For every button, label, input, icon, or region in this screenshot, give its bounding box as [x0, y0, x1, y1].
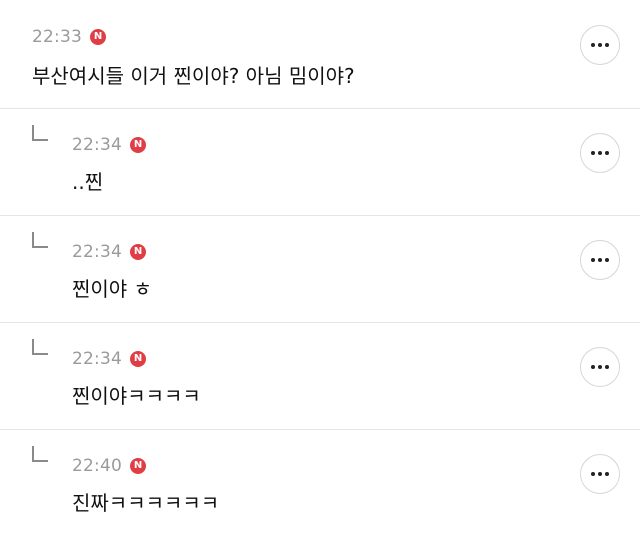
new-badge-icon: N — [130, 137, 146, 153]
more-horizontal-icon — [598, 472, 602, 476]
reply-text: 진짜ㅋㅋㅋㅋㅋㅋ — [72, 491, 220, 515]
more-horizontal-icon — [591, 151, 595, 155]
reply-text: 찐이야 ㅎ — [72, 277, 152, 301]
more-horizontal-icon — [598, 151, 602, 155]
reply-meta: 22:34 N — [72, 349, 146, 369]
reply-item: 22:34 N 찐이야ㅋㅋㅋㅋ — [0, 322, 640, 429]
more-horizontal-icon — [605, 365, 609, 369]
comment-text: 부산여시들 이거 찐이야? 아님 밈이야? — [32, 64, 355, 88]
more-horizontal-icon — [598, 365, 602, 369]
more-horizontal-icon — [591, 472, 595, 476]
reply-item: 22:40 N 진짜ㅋㅋㅋㅋㅋㅋ — [0, 429, 640, 537]
reply-timestamp: 22:34 — [72, 349, 122, 369]
reply-item: 22:34 N ..찐 — [0, 108, 640, 215]
more-horizontal-icon — [598, 258, 602, 262]
reply-timestamp: 22:34 — [72, 242, 122, 262]
more-horizontal-icon — [591, 43, 595, 47]
reply-text: 찐이야ㅋㅋㅋㅋ — [72, 384, 201, 408]
more-horizontal-icon — [605, 258, 609, 262]
new-badge-icon: N — [130, 244, 146, 260]
reply-meta: 22:34 N — [72, 135, 146, 155]
more-horizontal-icon — [591, 365, 595, 369]
reply-item: 22:34 N 찐이야 ㅎ — [0, 215, 640, 322]
reply-arrow-icon — [32, 446, 48, 462]
comment-thread: 22:33 N 부산여시들 이거 찐이야? 아님 밈이야? 22:34 N ..… — [0, 0, 640, 538]
reply-arrow-icon — [32, 125, 48, 141]
more-options-button[interactable] — [580, 347, 620, 387]
more-horizontal-icon — [605, 151, 609, 155]
more-horizontal-icon — [598, 43, 602, 47]
more-horizontal-icon — [591, 258, 595, 262]
more-options-button[interactable] — [580, 240, 620, 280]
reply-text: ..찐 — [72, 170, 104, 194]
reply-meta: 22:40 N — [72, 456, 146, 476]
more-horizontal-icon — [605, 472, 609, 476]
more-options-button[interactable] — [580, 454, 620, 494]
more-options-button[interactable] — [580, 133, 620, 173]
reply-arrow-icon — [32, 339, 48, 355]
reply-arrow-icon — [32, 232, 48, 248]
comment-item: 22:33 N 부산여시들 이거 찐이야? 아님 밈이야? — [0, 0, 640, 108]
more-options-button[interactable] — [580, 25, 620, 65]
comment-timestamp: 22:33 — [32, 27, 82, 47]
new-badge-icon: N — [130, 458, 146, 474]
reply-meta: 22:34 N — [72, 242, 146, 262]
new-badge-icon: N — [130, 351, 146, 367]
new-badge-icon: N — [90, 29, 106, 45]
reply-timestamp: 22:40 — [72, 456, 122, 476]
more-horizontal-icon — [605, 43, 609, 47]
comment-meta: 22:33 N — [32, 27, 106, 47]
reply-timestamp: 22:34 — [72, 135, 122, 155]
